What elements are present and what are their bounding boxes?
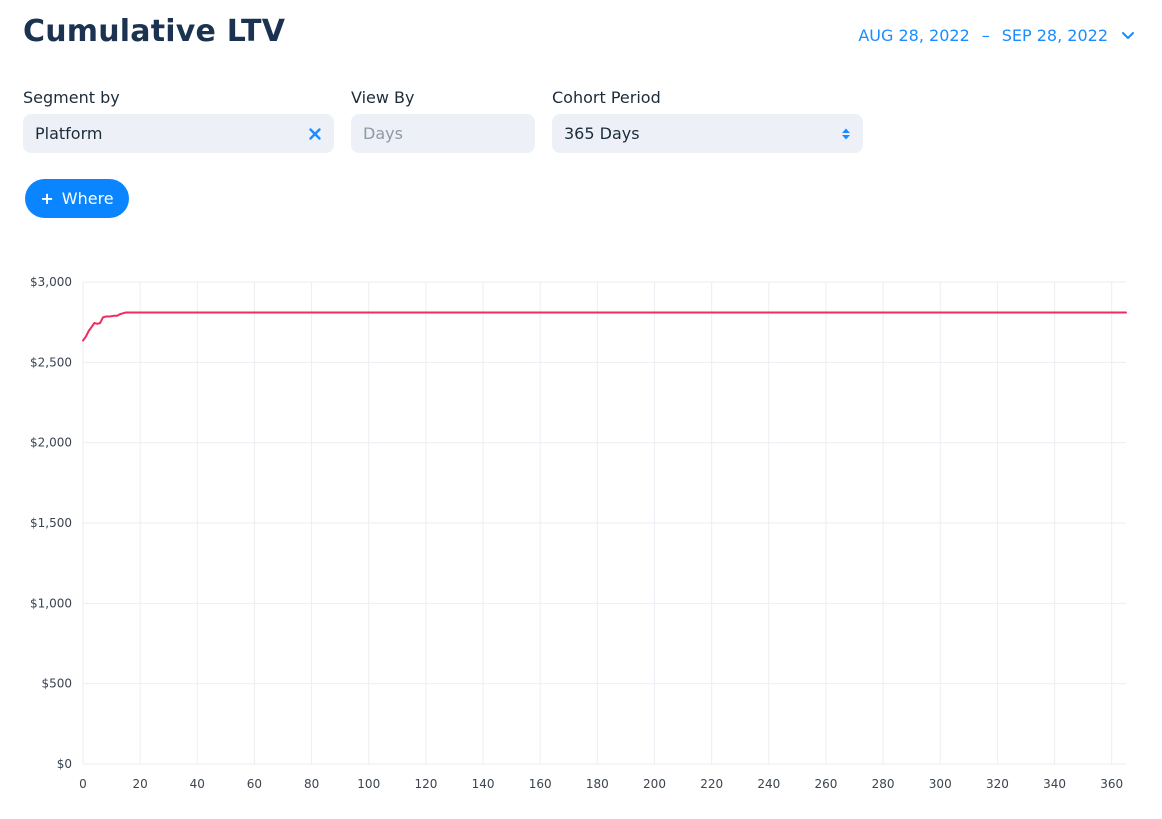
x-tick-label: 360 xyxy=(1100,777,1123,791)
x-tick-label: 100 xyxy=(357,777,380,791)
x-tick-label: 220 xyxy=(700,777,723,791)
x-tick-label: 300 xyxy=(929,777,952,791)
segment-by-label: Segment by xyxy=(23,88,120,107)
date-start: AUG 28, 2022 xyxy=(858,25,970,45)
x-tick-label: 120 xyxy=(414,777,437,791)
x-tick-label: 320 xyxy=(986,777,1009,791)
x-tick-label: 340 xyxy=(1043,777,1066,791)
sort-arrows-icon xyxy=(842,128,850,139)
date-range-picker[interactable]: AUG 28, 2022 – SEP 28, 2022 xyxy=(858,24,1136,46)
cohort-period-select[interactable]: 365 Days xyxy=(552,114,863,153)
view-by-value: Days xyxy=(363,124,403,143)
y-tick-label: $500 xyxy=(41,677,72,691)
x-tick-label: 20 xyxy=(133,777,148,791)
x-tick-label: 240 xyxy=(757,777,780,791)
y-tick-label: $1,500 xyxy=(30,516,72,530)
date-end: SEP 28, 2022 xyxy=(1001,25,1108,45)
cohort-period-value: 365 Days xyxy=(564,124,640,143)
view-by-select[interactable]: Days xyxy=(351,114,535,153)
x-tick-label: 160 xyxy=(529,777,552,791)
plus-icon: + xyxy=(40,189,54,208)
segment-by-value: Platform xyxy=(35,124,103,143)
x-tick-label: 280 xyxy=(872,777,895,791)
ltv-series-line xyxy=(82,311,1127,342)
cohort-period-label: Cohort Period xyxy=(552,88,661,107)
x-tick-label: 40 xyxy=(190,777,205,791)
y-tick-label: $2,000 xyxy=(30,436,72,450)
segment-by-select[interactable]: Platform xyxy=(23,114,334,153)
x-tick-label: 260 xyxy=(815,777,838,791)
view-by-label: View By xyxy=(351,88,415,107)
y-tick-label: $3,000 xyxy=(30,275,72,289)
x-tick-label: 140 xyxy=(472,777,495,791)
x-tick-label: 60 xyxy=(247,777,262,791)
ltv-line-chart: $0 $500 $1,000 $1,500 $2,000 $2,500 $3,000 0 20 4… xyxy=(30,275,1127,791)
add-where-button[interactable]: + Where xyxy=(25,179,129,218)
y-tick-label: $1,000 xyxy=(30,596,72,610)
where-button-label: Where xyxy=(61,189,114,208)
page-title: Cumulative LTV xyxy=(23,14,286,49)
chevron-down-icon xyxy=(1122,32,1134,39)
x-tick-label: 200 xyxy=(643,777,666,791)
x-tick-label: 180 xyxy=(586,777,609,791)
y-tick-label: $2,500 xyxy=(30,355,72,369)
date-separator: – xyxy=(981,25,990,45)
x-tick-label: 0 xyxy=(79,777,87,791)
clear-icon[interactable] xyxy=(308,127,322,141)
y-tick-label: $0 xyxy=(57,757,72,771)
x-tick-label: 80 xyxy=(304,777,319,791)
